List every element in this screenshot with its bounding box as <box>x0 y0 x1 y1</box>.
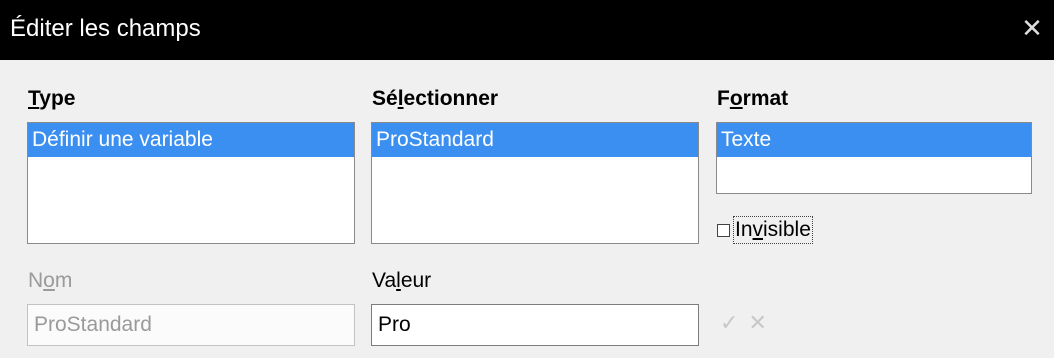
invisible-checkbox-label[interactable]: Invisible <box>733 216 813 244</box>
format-list-item-selected[interactable]: Texte <box>717 123 1031 157</box>
invisible-checkbox-row[interactable]: Invisible <box>717 216 813 244</box>
field-action-icons: ✓ ✕ <box>720 308 767 338</box>
name-field <box>27 304 355 346</box>
select-label: Sélectionner <box>372 87 499 110</box>
invisible-checkbox[interactable] <box>717 223 730 237</box>
type-list-item-selected[interactable]: Définir une variable <box>28 123 354 157</box>
value-label: Valeur <box>372 269 432 292</box>
close-icon[interactable]: ✕ <box>1016 12 1048 44</box>
value-field[interactable] <box>371 304 699 346</box>
x-icon[interactable]: ✕ <box>748 310 766 336</box>
check-icon[interactable]: ✓ <box>720 310 738 336</box>
type-label: Type <box>28 87 76 110</box>
dialog-titlebar: Éditer les champs ✕ <box>0 0 1054 60</box>
name-label: Nom <box>28 269 73 292</box>
format-listbox[interactable]: Texte <box>716 122 1032 194</box>
format-label: Format <box>717 87 789 110</box>
select-list-item-selected[interactable]: ProStandard <box>372 123 698 157</box>
type-listbox[interactable]: Définir une variable <box>27 122 355 244</box>
select-listbox[interactable]: ProStandard <box>371 122 699 244</box>
dialog-title: Éditer les champs <box>10 15 201 42</box>
